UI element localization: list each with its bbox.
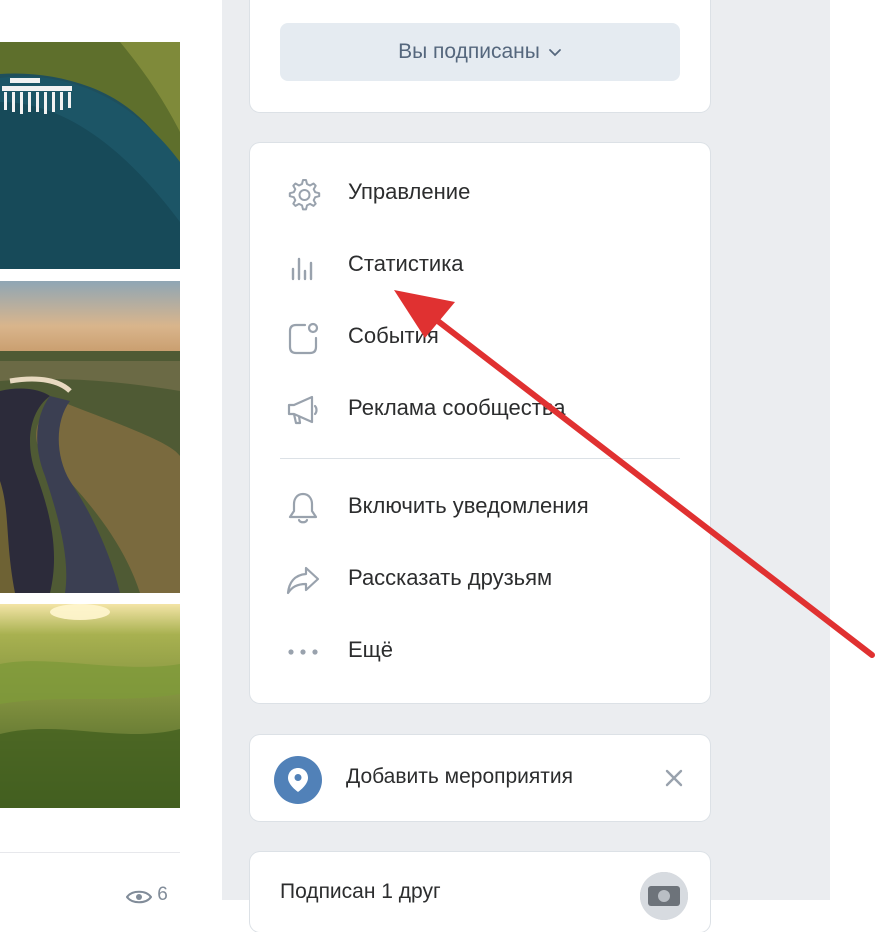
subscribed-button[interactable]: Вы подписаны <box>280 23 680 81</box>
menu-item-tell-friends[interactable]: Рассказать друзьям <box>250 547 710 611</box>
menu-item-events[interactable]: События <box>250 305 710 369</box>
bell-icon <box>284 489 322 527</box>
chevron-down-icon <box>548 48 561 56</box>
close-icon[interactable] <box>662 766 686 790</box>
subscription-card: Вы подписаны <box>250 0 710 112</box>
menu-item-label: События <box>348 323 439 348</box>
views-count: 6 <box>157 884 168 905</box>
menu-divider <box>280 458 680 459</box>
megaphone-icon <box>284 391 322 429</box>
menu-item-label: Включить уведомления <box>348 493 589 518</box>
page-margin <box>830 0 876 900</box>
friends-subscribed-label: Подписан 1 друг <box>280 880 441 903</box>
share-icon <box>284 561 322 599</box>
menu-item-community-ads[interactable]: Реклама сообщества <box>250 377 710 441</box>
friends-card[interactable]: Подписан 1 друг <box>250 852 710 932</box>
add-event-card[interactable]: Добавить мероприятия <box>250 735 710 821</box>
menu-item-label: Реклама сообщества <box>348 395 566 420</box>
views-counter: 6 <box>125 884 168 906</box>
menu-item-enable-notifications[interactable]: Включить уведомления <box>250 475 710 539</box>
feed-photo-field[interactable] <box>0 604 180 808</box>
add-event-label: Добавить мероприятия <box>346 765 573 788</box>
gear-icon <box>284 175 322 213</box>
menu-item-label: Управление <box>348 179 471 204</box>
menu-item-label: Статистика <box>348 251 464 276</box>
feed-column: 6 <box>0 0 223 905</box>
menu-item-more[interactable]: Ещё <box>250 619 710 683</box>
menu-item-label: Ещё <box>348 637 394 662</box>
feed-divider <box>0 852 180 853</box>
community-actions-menu: Управление Статистика События Реклама со… <box>250 143 710 703</box>
more-icon <box>284 633 322 671</box>
stats-icon <box>284 247 322 285</box>
subscribed-button-label: Вы подписаны <box>398 40 540 63</box>
feed-photo-lake[interactable] <box>0 42 180 269</box>
avatar[interactable] <box>640 872 688 920</box>
menu-item-statistics[interactable]: Статистика <box>250 233 710 297</box>
events-icon <box>284 319 322 357</box>
location-pin-icon <box>274 756 322 804</box>
feed-photo-river[interactable] <box>0 281 180 593</box>
menu-item-label: Рассказать друзьям <box>348 565 553 590</box>
menu-item-manage[interactable]: Управление <box>250 161 710 225</box>
